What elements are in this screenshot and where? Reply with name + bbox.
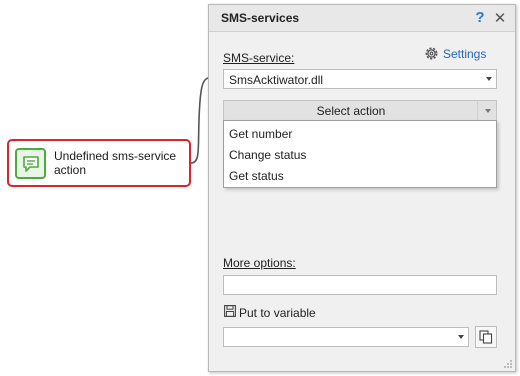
help-button[interactable]: ? [473, 9, 487, 27]
more-options-label: More options: [223, 256, 296, 270]
more-options-input[interactable] [223, 275, 497, 295]
gear-icon [425, 47, 438, 60]
settings-label: Settings [443, 47, 487, 61]
select-action-button[interactable]: Select action [223, 100, 497, 121]
chevron-down-icon [458, 335, 464, 339]
panel-titlebar: SMS-services ? ✕ [209, 5, 515, 32]
copy-variable-button[interactable] [475, 326, 497, 348]
select-action-label: Select action [316, 104, 386, 118]
workspace: Undefined sms-service action SMS-service… [0, 0, 520, 376]
menu-item-get-status[interactable]: Get status [224, 166, 496, 187]
sms-service-label: SMS-service: [223, 51, 295, 65]
sms-service-value: SmsAcktiwator.dll [229, 73, 324, 87]
sms-service-select[interactable]: SmsAcktiwator.dll [223, 69, 497, 89]
put-to-variable-label: Put to variable [239, 306, 316, 320]
node-label: Undefined sms-service action [54, 149, 177, 177]
save-icon [224, 305, 236, 317]
variable-select[interactable] [223, 327, 469, 347]
close-button[interactable]: ✕ [492, 9, 508, 27]
panel-title: SMS-services [221, 11, 300, 25]
action-dropdown-menu: Get number Change status Get status [223, 120, 497, 188]
chat-bubble-icon [15, 148, 46, 179]
chevron-down-icon [485, 109, 491, 113]
menu-item-change-status[interactable]: Change status [224, 145, 496, 166]
action-node[interactable]: Undefined sms-service action [7, 139, 191, 187]
menu-item-get-number[interactable]: Get number [224, 124, 496, 145]
resize-grip-icon[interactable] [503, 359, 513, 369]
copy-icon [479, 330, 493, 344]
chevron-down-icon [486, 77, 492, 81]
sms-services-panel: SMS-services ? ✕ SMS-service: Settings S… [208, 4, 516, 372]
